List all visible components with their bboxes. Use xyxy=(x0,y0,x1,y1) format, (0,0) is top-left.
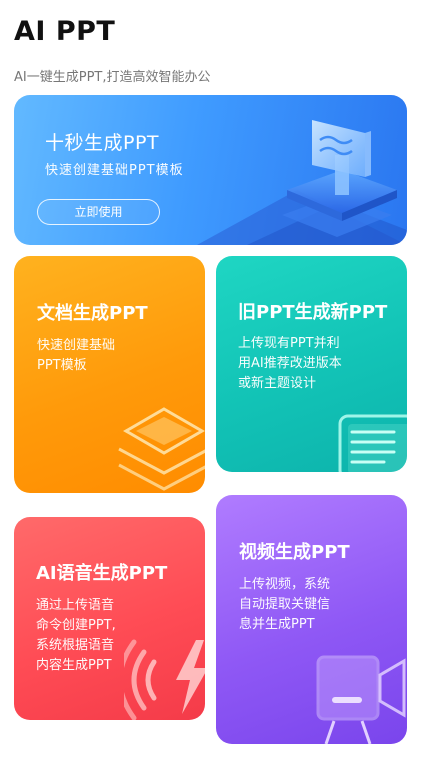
hero-description: 快速创建基础PPT模板 xyxy=(45,163,184,178)
card-description: 快速创建基础 PPT模板 xyxy=(37,338,116,373)
card-description: 通过上传语音 命令创建PPT, 系统根据语音 内容生成PPT xyxy=(36,598,116,673)
hero-title: 十秒生成PPT xyxy=(45,132,160,154)
card-description: 上传现有PPT并利 用AI推荐改进版本 或新主题设计 xyxy=(238,336,342,391)
stacked-layers-icon xyxy=(118,407,205,491)
card-title: AI语音生成PPT xyxy=(36,563,168,584)
card-description: 上传视频，系统 自动提取关键信 息并生成PPT xyxy=(239,577,331,632)
page-title: AI PPT xyxy=(14,16,116,47)
card-title: 文档生成PPT xyxy=(37,303,148,324)
presentation-board-icon xyxy=(197,120,407,245)
start-use-button[interactable]: 立即使用 xyxy=(37,199,160,225)
card-title: 旧PPT生成新PPT xyxy=(238,302,388,323)
old-to-new-ppt-card[interactable]: 旧PPT生成新PPT 上传现有PPT并利 用AI推荐改进版本 或新主题设计 xyxy=(216,256,407,472)
card-title: 视频生成PPT xyxy=(239,542,350,563)
voice-to-ppt-card[interactable]: AI语音生成PPT 通过上传语音 命令创建PPT, 系统根据语音 内容生成PPT xyxy=(14,517,205,720)
doc-to-ppt-card[interactable]: 文档生成PPT 快速创建基础 PPT模板 xyxy=(14,256,205,493)
video-to-ppt-card[interactable]: 视频生成PPT 上传视频，系统 自动提取关键信 息并生成PPT xyxy=(216,495,407,744)
quick-generate-card[interactable]: 十秒生成PPT 快速创建基础PPT模板 立即使用 xyxy=(14,95,407,245)
video-camera-icon xyxy=(316,655,406,744)
page-subtitle: AI一键生成PPT,打造高效智能办公 xyxy=(14,70,211,85)
document-lines-icon xyxy=(338,414,407,472)
sound-wave-icon xyxy=(124,639,205,720)
